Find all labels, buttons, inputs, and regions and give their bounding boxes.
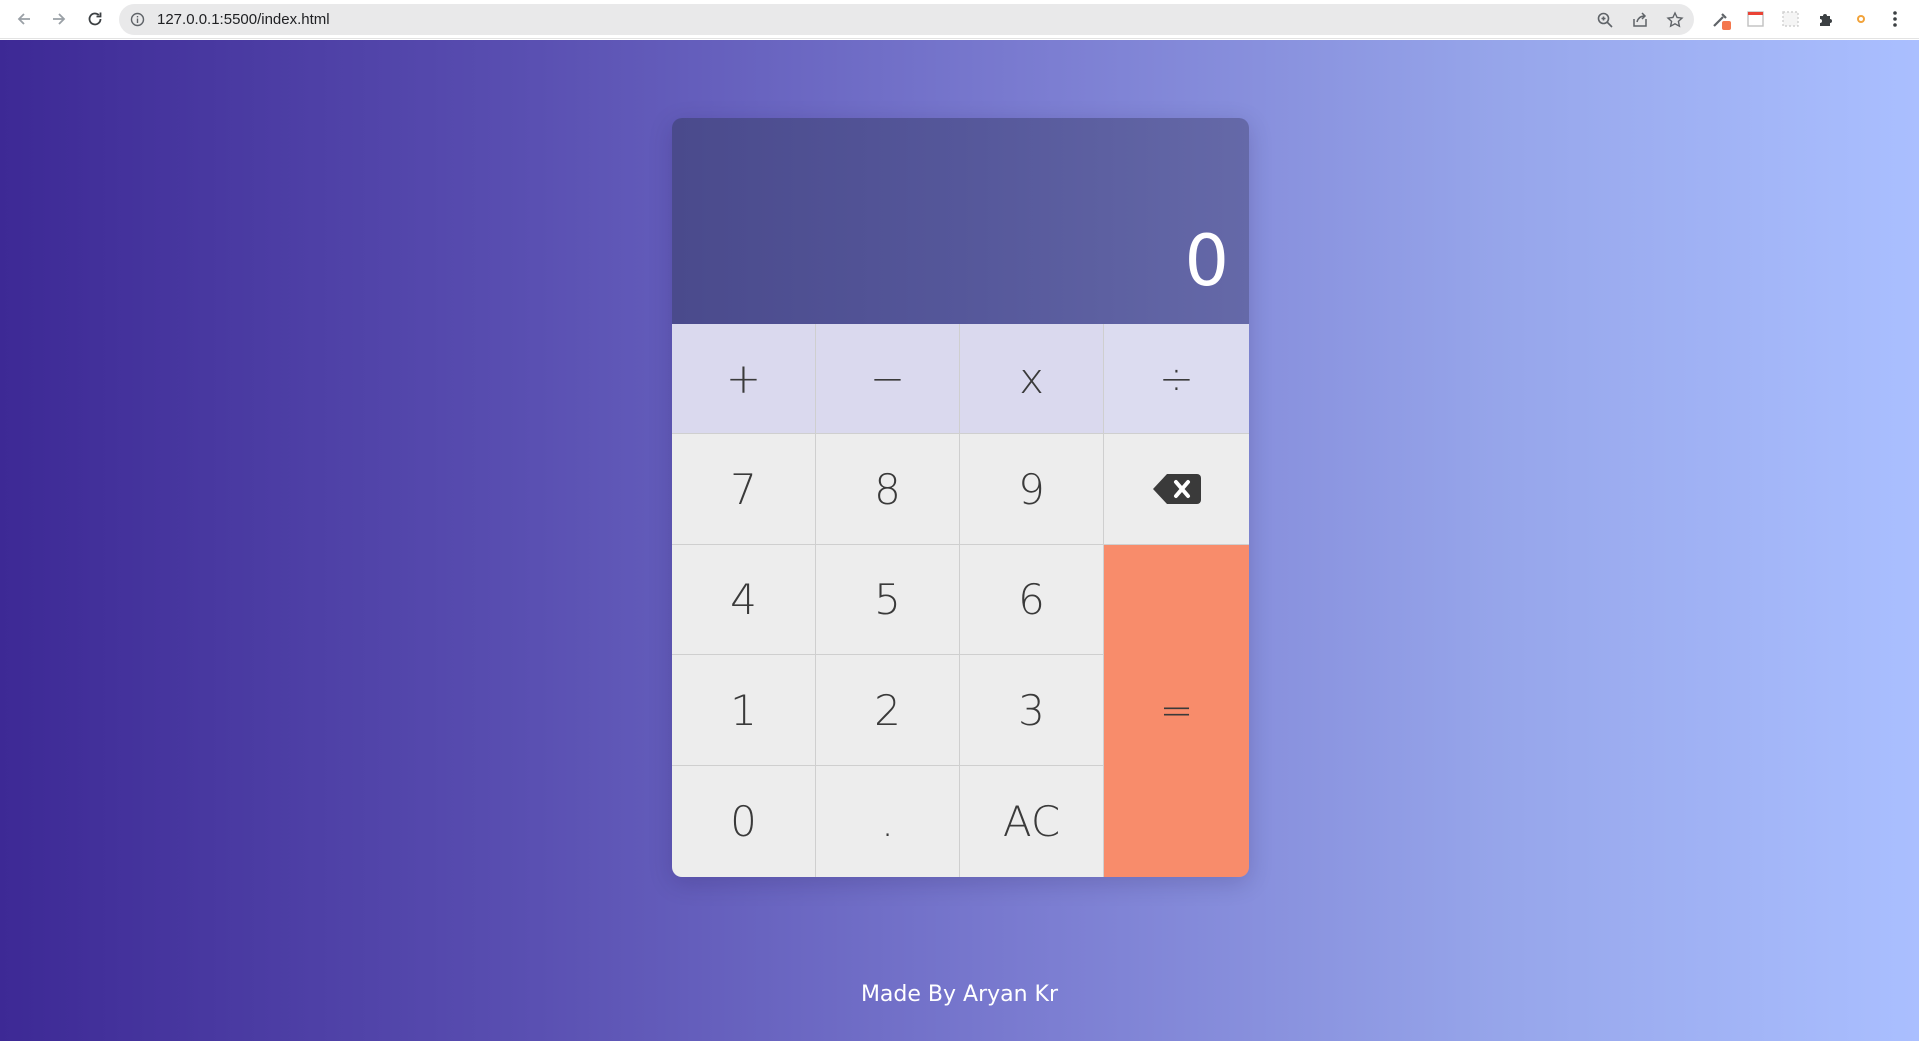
backspace-icon [1152, 474, 1201, 504]
divide-button[interactable]: ÷ [1104, 324, 1249, 434]
extensions-puzzle-icon[interactable] [1815, 8, 1837, 30]
add-button[interactable]: + [672, 324, 816, 434]
digit-5-button[interactable]: 5 [816, 545, 960, 655]
reload-icon[interactable] [82, 6, 108, 32]
url-text: 127.0.0.1:5500/index.html [157, 11, 330, 28]
multiply-button[interactable]: x [960, 324, 1104, 434]
digit-8-button[interactable]: 8 [816, 434, 960, 545]
footer-credit: Made By Aryan Kr [860, 982, 1059, 1007]
digit-4-button[interactable]: 4 [672, 545, 816, 655]
screenshot-extension-icon[interactable] [1780, 8, 1802, 30]
share-icon[interactable] [1631, 11, 1649, 29]
digit-2-button[interactable]: 2 [816, 655, 960, 766]
forward-arrow-icon[interactable] [46, 6, 72, 32]
calendar-extension-icon[interactable] [1745, 8, 1767, 30]
info-icon[interactable] [130, 12, 145, 27]
subtract-button[interactable]: − [816, 324, 960, 434]
digit-0-button[interactable]: 0 [672, 766, 816, 877]
address-bar[interactable]: 127.0.0.1:5500/index.html [119, 4, 1694, 35]
page-background: 0 + − x ÷ 7 8 9 4 5 6 = 1 2 3 0 . AC Mad… [0, 40, 1919, 1041]
all-clear-button[interactable]: AC [960, 766, 1104, 877]
kebab-menu-icon[interactable] [1884, 8, 1906, 30]
browser-toolbar: 127.0.0.1:5500/index.html [0, 0, 1919, 39]
bookmark-star-icon[interactable] [1666, 11, 1684, 29]
calculator-display: 0 [672, 118, 1249, 324]
calculator: 0 + − x ÷ 7 8 9 4 5 6 = 1 2 3 0 . AC [672, 118, 1249, 877]
zoom-icon[interactable] [1596, 11, 1614, 29]
equals-button[interactable]: = [1104, 545, 1249, 877]
backspace-button[interactable] [1104, 434, 1249, 545]
digit-3-button[interactable]: 3 [960, 655, 1104, 766]
decimal-button[interactable]: . [816, 766, 960, 877]
keypad: + − x ÷ 7 8 9 4 5 6 = 1 2 3 0 . AC [672, 324, 1249, 877]
eyedropper-extension-icon[interactable] [1710, 8, 1732, 30]
digit-6-button[interactable]: 6 [960, 545, 1104, 655]
back-arrow-icon[interactable] [11, 6, 37, 32]
digit-9-button[interactable]: 9 [960, 434, 1104, 545]
digit-1-button[interactable]: 1 [672, 655, 816, 766]
display-value: 0 [1184, 220, 1229, 302]
profile-avatar-icon[interactable] [1850, 8, 1872, 30]
digit-7-button[interactable]: 7 [672, 434, 816, 545]
